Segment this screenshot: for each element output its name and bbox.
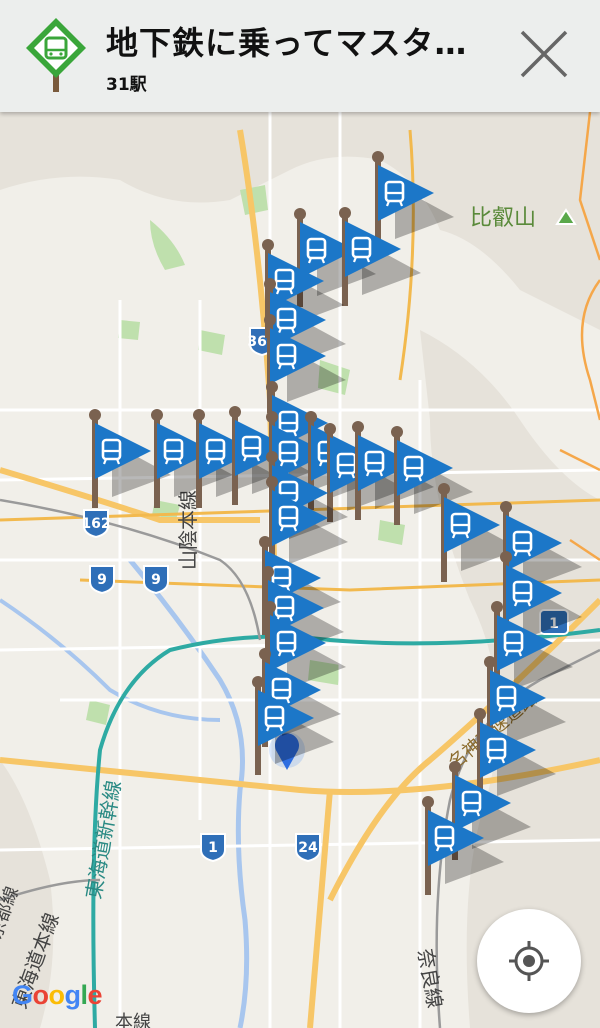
svg-text:162: 162: [81, 516, 110, 532]
google-logo: Google: [12, 980, 103, 1010]
svg-text:1: 1: [208, 840, 218, 856]
station-sign-icon: [26, 18, 86, 92]
close-button[interactable]: [514, 24, 574, 84]
route-shield-162: 162: [81, 509, 111, 538]
close-icon: [520, 30, 568, 78]
route-shield-24: 24: [295, 833, 321, 862]
page-title: 地下鉄に乗ってマスタ…: [106, 24, 468, 62]
bottom-rail-label-a: 本線: [115, 1012, 151, 1028]
station-count: 31駅: [106, 75, 147, 95]
app-header: 地下鉄に乗ってマスタ… 31駅: [0, 0, 600, 112]
route-shield-9b: 9: [143, 565, 169, 594]
svg-text:9: 9: [151, 572, 161, 588]
route-shield-9a: 9: [89, 565, 115, 594]
my-location-icon: [509, 941, 549, 981]
route-shield-1a: 1: [200, 833, 226, 862]
mountain-label: 比叡山: [470, 206, 536, 231]
my-location-button[interactable]: [477, 909, 581, 1013]
map-view[interactable]: 比叡山 山陰本線 東海道新幹線 東海道本線 奈良線 名神高速道路 本線 京都線 …: [0, 112, 600, 1028]
svg-text:24: 24: [298, 840, 318, 856]
map-canvas: 比叡山 山陰本線 東海道新幹線 東海道本線 奈良線 名神高速道路 本線 京都線 …: [0, 112, 600, 1028]
svg-text:9: 9: [97, 572, 107, 588]
